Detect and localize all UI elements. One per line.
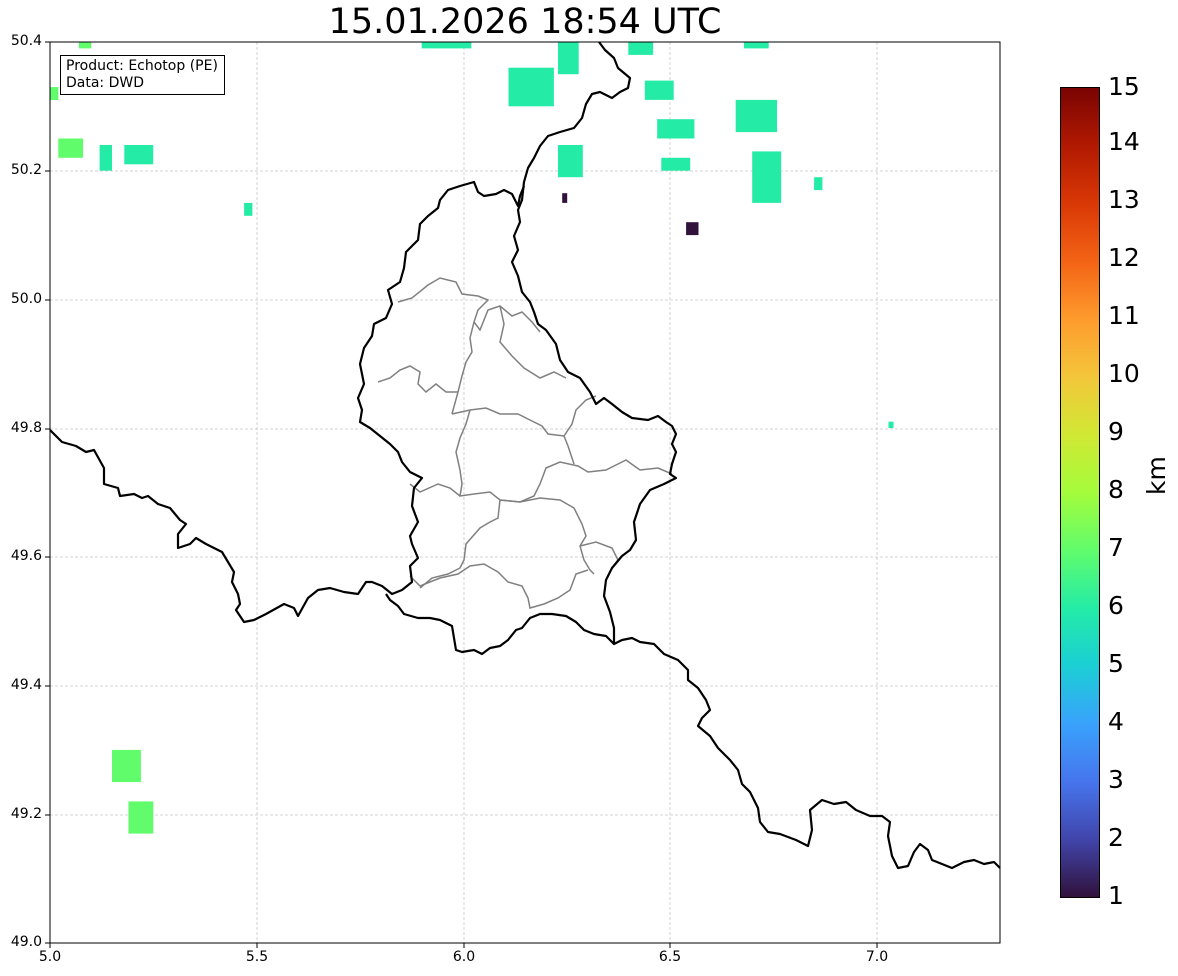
echo-cell — [58, 138, 84, 158]
y-tick-label: 50.0 — [10, 291, 42, 307]
y-tick-label: 49.6 — [10, 548, 42, 564]
x-tick-label: 5.5 — [245, 949, 269, 965]
echo-cell — [743, 42, 769, 49]
x-tick-label: 5.0 — [38, 949, 62, 965]
colorbar-tick-label: 9 — [1108, 417, 1124, 446]
colorbar-tick-label: 8 — [1108, 475, 1124, 504]
echo-cell — [814, 177, 823, 191]
echo-cell — [661, 157, 691, 171]
echo-cell — [50, 87, 59, 100]
y-tick-label: 50.4 — [10, 33, 42, 49]
colorbar-tick-label: 5 — [1108, 649, 1124, 678]
canton-borders — [377, 277, 673, 609]
echo-cell — [644, 80, 674, 100]
echo-cell — [78, 42, 92, 49]
x-tick-label: 6.0 — [452, 949, 476, 965]
y-tick-label: 49.8 — [10, 420, 42, 436]
colorbar-tick-label: 13 — [1108, 185, 1140, 214]
echo-cell — [686, 222, 699, 236]
echo-cell — [628, 42, 654, 55]
y-tick-label: 49.0 — [10, 934, 42, 950]
colorbar-tick-label: 2 — [1108, 823, 1124, 852]
echo-cell — [752, 151, 782, 203]
echo-cell — [124, 145, 154, 165]
echo-cell — [244, 202, 253, 216]
colorbar-tick-label: 4 — [1108, 707, 1124, 736]
radar-map — [45, 41, 1001, 948]
echo-cell — [657, 119, 695, 139]
data-source-label: Data: DWD — [66, 75, 144, 91]
echo-cells — [50, 42, 894, 834]
colorbar-tick-label: 10 — [1108, 359, 1140, 388]
echo-cell — [99, 145, 112, 171]
y-tick-label: 50.2 — [10, 162, 42, 178]
product-info-box: Product: Echotop (PE) Data: DWD — [60, 55, 225, 95]
colorbar-tick-label: 7 — [1108, 533, 1124, 562]
y-tick-label: 49.4 — [10, 677, 42, 693]
echo-cell — [558, 42, 579, 75]
echo-cell — [128, 801, 154, 834]
echo-cell — [421, 42, 472, 49]
colorbar-tick-label: 15 — [1108, 72, 1140, 101]
echo-cell — [562, 193, 568, 203]
country-borders — [49, 41, 1001, 870]
echo-cell — [735, 99, 777, 133]
colorbar-tick-label: 3 — [1108, 765, 1124, 794]
colorbar — [1060, 87, 1100, 898]
x-tick-label: 7.0 — [865, 949, 889, 965]
colorbar-tick-label: 1 — [1108, 881, 1124, 910]
colorbar-tick-label: 11 — [1108, 301, 1140, 330]
colorbar-tick-label: 14 — [1108, 127, 1140, 156]
x-tick-label: 6.5 — [658, 949, 682, 965]
product-label: Product: Echotop (PE) — [66, 58, 218, 74]
y-tick-label: 49.2 — [10, 806, 42, 822]
colorbar-tick-label: 6 — [1108, 591, 1124, 620]
colorbar-tick-label: 12 — [1108, 243, 1140, 272]
echo-cell — [558, 145, 583, 178]
echo-cell — [112, 749, 141, 783]
echo-cell — [508, 67, 554, 107]
echo-cell — [888, 421, 894, 429]
colorbar-unit-label: km — [1142, 456, 1171, 495]
